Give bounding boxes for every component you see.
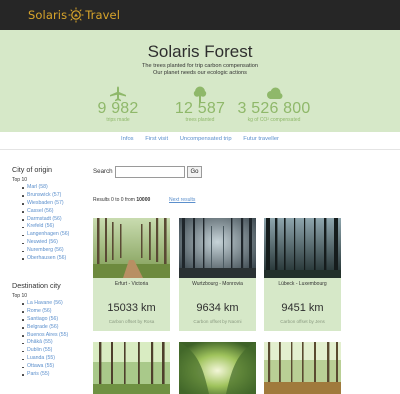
search-label: Search — [93, 168, 113, 175]
results-summary: Results 0 to 0 from 10000 — [93, 197, 150, 203]
nav-link-infos[interactable]: Infos — [121, 136, 134, 142]
card-route: Erfurt - Victoria — [114, 281, 149, 287]
sun-icon — [68, 7, 84, 23]
destination-list: La Havane (56) Rome (56) Santiago (56) B… — [22, 300, 68, 379]
list-item[interactable]: Dhâkâ (55) — [22, 339, 68, 347]
results-prefix: Results 0 to 0 from — [93, 197, 135, 203]
card-distance: 15033 km — [107, 302, 156, 314]
list-item[interactable]: Santiago (56) — [22, 316, 68, 324]
origin-top-label: Top 10 — [12, 177, 28, 183]
sunlit-path-image[interactable] — [179, 342, 256, 394]
origin-title: City of origin — [12, 165, 52, 174]
card-offset: Carbon offset by Naomi — [193, 319, 242, 324]
list-item[interactable]: Nuremberg (56) — [22, 247, 69, 255]
card-offset: Carbon offset by Jens — [280, 319, 325, 324]
origin-list: Marl (58) Brunswick (57) Wiesbaden (57) … — [22, 184, 69, 263]
list-item[interactable]: Marl (58) — [22, 184, 69, 192]
list-item[interactable]: Dublin (55) — [22, 347, 68, 355]
misty-forest-image — [179, 218, 256, 278]
list-item[interactable]: Wiesbaden (57) — [22, 200, 69, 208]
trip-card[interactable]: Lübeck - Luxembourg 9451 km Carbon offse… — [264, 218, 341, 331]
dark-forest-image — [264, 218, 341, 278]
divider — [0, 149, 400, 150]
hero-banner: Solaris Forest The trees planted for tri… — [0, 30, 400, 132]
page-title: Solaris Forest — [147, 42, 253, 61]
trip-card[interactable]: Wurtzbourg - Monrovia 9634 km Carbon off… — [179, 218, 256, 331]
list-item[interactable]: La Havane (56) — [22, 300, 68, 308]
stat-co2-label: kg of CO² compensated — [247, 117, 301, 123]
brand-left: Solaris — [28, 8, 68, 22]
card-route: Wurtzbourg - Monrovia — [192, 281, 243, 287]
card-distance: 9634 km — [196, 302, 239, 314]
top-bar: Solaris Travel — [0, 0, 400, 30]
list-item[interactable]: Cassel (56) — [22, 208, 69, 216]
list-item[interactable]: Langenhagen (56) — [22, 231, 69, 239]
search-input[interactable] — [115, 166, 185, 178]
list-item[interactable]: Oberhausen (56) — [22, 255, 69, 263]
next-results-link[interactable]: Next results — [169, 197, 195, 203]
destination-top-label: Top 10 — [12, 293, 28, 299]
list-item[interactable]: Paris (55) — [22, 371, 68, 379]
hero-line-2: Our planet needs our ecologic actions — [153, 70, 247, 76]
results-total: 10000 — [136, 197, 151, 203]
list-item[interactable]: Luanda (55) — [22, 355, 68, 363]
go-button[interactable]: Go — [187, 166, 202, 178]
list-item[interactable]: Buenos Aires (55) — [22, 332, 68, 340]
brand-logo[interactable]: Solaris Travel — [28, 7, 120, 23]
list-item[interactable]: Neuwied (56) — [22, 239, 69, 247]
brand-right: Travel — [85, 8, 120, 22]
autumn-forest-image[interactable] — [264, 342, 341, 394]
nav-link-first-visit[interactable]: First visit — [145, 136, 168, 142]
card-route: Lübeck - Luxembourg — [278, 281, 327, 287]
list-item[interactable]: Belgrade (56) — [22, 324, 68, 332]
list-item[interactable]: Darmstadt (56) — [22, 216, 69, 224]
list-item[interactable]: Krefeld (56) — [22, 223, 69, 231]
trip-card[interactable]: Erfurt - Victoria 15033 km Carbon offset… — [93, 218, 170, 331]
card-offset: Carbon offset by Rosa — [108, 319, 155, 324]
list-item[interactable]: Brunswick (57) — [22, 192, 69, 200]
sub-navigation: Infos First visit Uncompensated trip Fut… — [0, 136, 400, 146]
hero-line-1: The trees planted for trip carbon compen… — [142, 63, 258, 69]
nav-link-futur-traveller[interactable]: Futur traveller — [243, 136, 279, 142]
nav-link-uncompensated-trip[interactable]: Uncompensated trip — [180, 136, 232, 142]
forest-path-image — [93, 218, 170, 278]
list-item[interactable]: Ottawa (55) — [22, 363, 68, 371]
forest-image[interactable] — [93, 342, 170, 394]
list-item[interactable]: Rome (56) — [22, 308, 68, 316]
stat-co2-value: 3 526 800 — [237, 100, 311, 117]
card-distance: 9451 km — [281, 302, 324, 314]
destination-title: Destination city — [12, 281, 61, 290]
